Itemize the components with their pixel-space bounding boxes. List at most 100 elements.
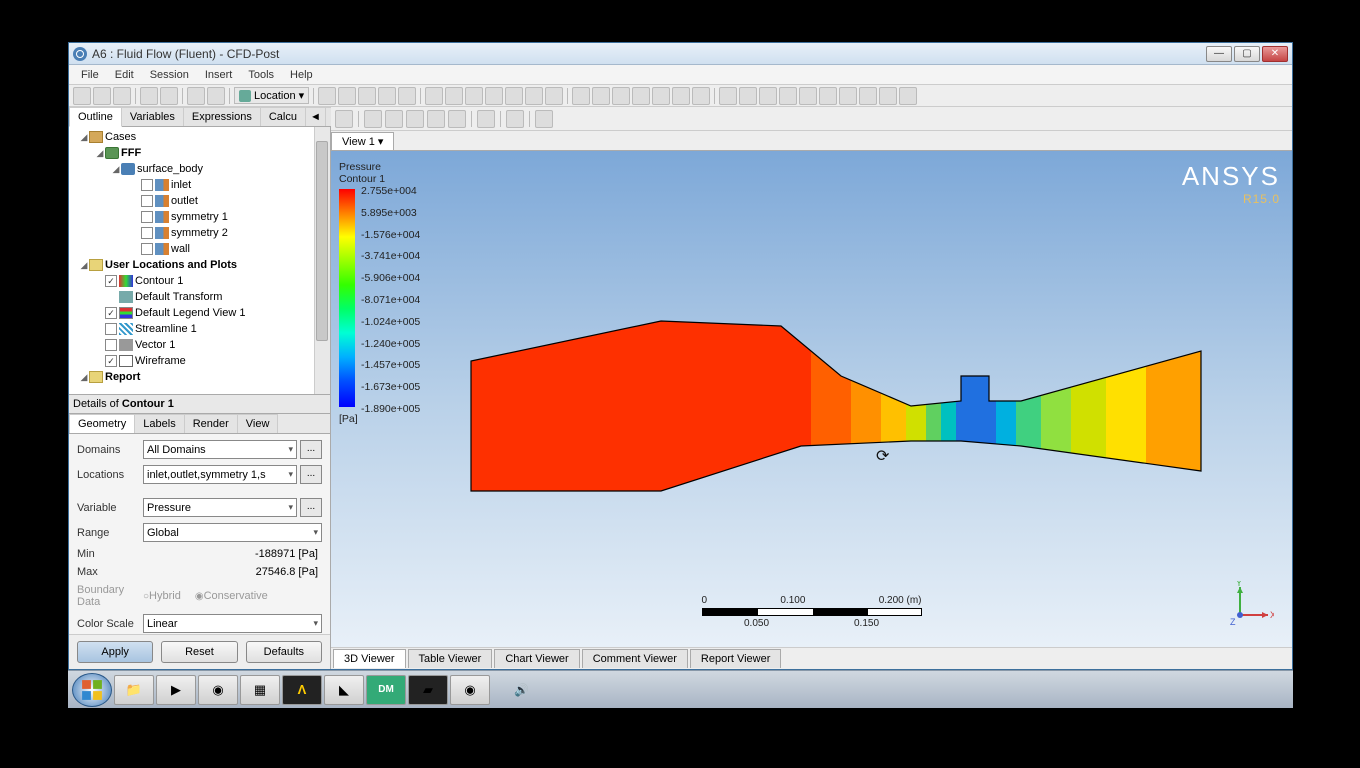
combo-locations[interactable]: inlet,outlet,symmetry 1,s	[143, 465, 297, 484]
task-designmodeler[interactable]: DM	[366, 675, 406, 705]
titlebar[interactable]: A6 : Fluid Flow (Fluent) - CFD-Post — ▢ …	[69, 43, 1292, 65]
vp-split-button[interactable]	[506, 110, 524, 128]
tree-wall[interactable]: wall	[171, 243, 190, 255]
ftab-report-viewer[interactable]: Report Viewer	[690, 649, 782, 668]
toolbar-btn[interactable]	[859, 87, 877, 105]
redo-button[interactable]	[207, 87, 225, 105]
toolbar-btn[interactable]	[759, 87, 777, 105]
reset-button[interactable]: Reset	[161, 641, 237, 663]
taskbar[interactable]: 📁 ▶ ◉ ▦ Λ ◣ DM ▰ ◉ 🔊	[68, 670, 1293, 708]
tree-report[interactable]: Report	[105, 371, 140, 383]
dtab-view[interactable]: View	[237, 414, 279, 433]
ftab-3d-viewer[interactable]: 3D Viewer	[333, 649, 406, 668]
tree-user-locations[interactable]: User Locations and Plots	[105, 259, 237, 271]
axis-triad[interactable]: X Y Z	[1228, 581, 1274, 627]
toolbar-btn[interactable]	[525, 87, 543, 105]
vp-fit-button[interactable]	[448, 110, 466, 128]
toolbar-btn[interactable]	[93, 87, 111, 105]
scrollbar-thumb[interactable]	[316, 141, 328, 341]
tree-default-legend[interactable]: Default Legend View 1	[135, 307, 246, 319]
toolbar-btn[interactable]	[899, 87, 917, 105]
combo-variable[interactable]: Pressure	[143, 498, 297, 517]
dtab-render[interactable]: Render	[184, 414, 238, 433]
tree-outlet[interactable]: outlet	[171, 195, 198, 207]
toolbar-btn[interactable]	[719, 87, 737, 105]
toolbar-btn[interactable]	[73, 87, 91, 105]
tab-expressions[interactable]: Expressions	[183, 107, 261, 126]
toolbar-btn[interactable]	[632, 87, 650, 105]
ftab-table-viewer[interactable]: Table Viewer	[408, 649, 493, 668]
toolbar-btn[interactable]	[140, 87, 158, 105]
btn-locations-more[interactable]: ...	[300, 465, 322, 484]
toolbar-btn[interactable]	[839, 87, 857, 105]
vp-pan-button[interactable]	[385, 110, 403, 128]
tree-symmetry-1[interactable]: symmetry 1	[171, 211, 228, 223]
toolbar-btn[interactable]	[505, 87, 523, 105]
toolbar-btn[interactable]	[545, 87, 563, 105]
tree-scrollbar[interactable]	[314, 127, 330, 394]
dtab-geometry[interactable]: Geometry	[69, 414, 135, 433]
tray-speaker-icon[interactable]: 🔊	[514, 683, 529, 697]
task-app[interactable]: ◣	[324, 675, 364, 705]
tree-streamline-1[interactable]: Streamline 1	[135, 323, 197, 335]
location-dropdown[interactable]: Location ▾	[234, 87, 309, 104]
menu-session[interactable]: Session	[142, 67, 197, 83]
tab-outline[interactable]: Outline	[69, 107, 122, 127]
view-tab[interactable]: View 1 ▾	[331, 132, 394, 150]
toolbar-btn[interactable]	[692, 87, 710, 105]
close-button[interactable]: ✕	[1262, 46, 1288, 62]
undo-button[interactable]	[187, 87, 205, 105]
tree-inlet[interactable]: inlet	[171, 179, 191, 191]
toolbar-btn[interactable]	[572, 87, 590, 105]
toolbar-btn[interactable]	[652, 87, 670, 105]
tree-cases[interactable]: Cases	[105, 131, 136, 143]
outline-tree[interactable]: ◢Cases ◢FFF ◢surface_body inlet outlet s…	[69, 127, 330, 395]
task-app[interactable]: ▦	[240, 675, 280, 705]
combo-domains[interactable]: All Domains	[143, 440, 297, 459]
ftab-comment-viewer[interactable]: Comment Viewer	[582, 649, 688, 668]
task-explorer[interactable]: 📁	[114, 675, 154, 705]
task-cfdpost[interactable]: ◉	[450, 675, 490, 705]
toolbar-btn[interactable]	[779, 87, 797, 105]
menu-help[interactable]: Help	[282, 67, 321, 83]
tree-default-transform[interactable]: Default Transform	[135, 291, 222, 303]
menu-insert[interactable]: Insert	[197, 67, 241, 83]
vp-w-button[interactable]	[477, 110, 495, 128]
vp-help-button[interactable]	[535, 110, 553, 128]
task-media[interactable]: ▶	[156, 675, 196, 705]
toolbar-btn[interactable]	[819, 87, 837, 105]
maximize-button[interactable]: ▢	[1234, 46, 1260, 62]
btn-variable-more[interactable]: ...	[300, 498, 322, 517]
toolbar-btn[interactable]	[398, 87, 416, 105]
task-ansys[interactable]: Λ	[282, 675, 322, 705]
toolbar-btn[interactable]	[425, 87, 443, 105]
menu-tools[interactable]: Tools	[240, 67, 282, 83]
tree-wireframe[interactable]: Wireframe	[135, 355, 186, 367]
minimize-button[interactable]: —	[1206, 46, 1232, 62]
toolbar-btn[interactable]	[358, 87, 376, 105]
combo-range[interactable]: Global	[143, 523, 322, 542]
tree-vector-1[interactable]: Vector 1	[135, 339, 175, 351]
task-chrome[interactable]: ◉	[198, 675, 238, 705]
vp-zoom-button[interactable]	[406, 110, 424, 128]
toolbar-btn[interactable]	[445, 87, 463, 105]
toolbar-btn[interactable]	[739, 87, 757, 105]
toolbar-btn[interactable]	[378, 87, 396, 105]
toolbar-btn[interactable]	[592, 87, 610, 105]
toolbar-btn[interactable]	[612, 87, 630, 105]
toolbar-btn[interactable]	[338, 87, 356, 105]
toolbar-btn[interactable]	[879, 87, 897, 105]
toolbar-btn[interactable]	[318, 87, 336, 105]
tab-scroll-left[interactable]: ◄	[305, 107, 326, 126]
btn-domains-more[interactable]: ...	[300, 440, 322, 459]
vp-rotate-button[interactable]	[364, 110, 382, 128]
toolbar-btn[interactable]	[113, 87, 131, 105]
tree-fff[interactable]: FFF	[121, 147, 141, 159]
combo-colorscale[interactable]: Linear	[143, 614, 322, 633]
toolbar-btn[interactable]	[799, 87, 817, 105]
tab-variables[interactable]: Variables	[121, 107, 184, 126]
tree-symmetry-2[interactable]: symmetry 2	[171, 227, 228, 239]
toolbar-btn[interactable]	[465, 87, 483, 105]
dtab-labels[interactable]: Labels	[134, 414, 184, 433]
menu-file[interactable]: File	[73, 67, 107, 83]
